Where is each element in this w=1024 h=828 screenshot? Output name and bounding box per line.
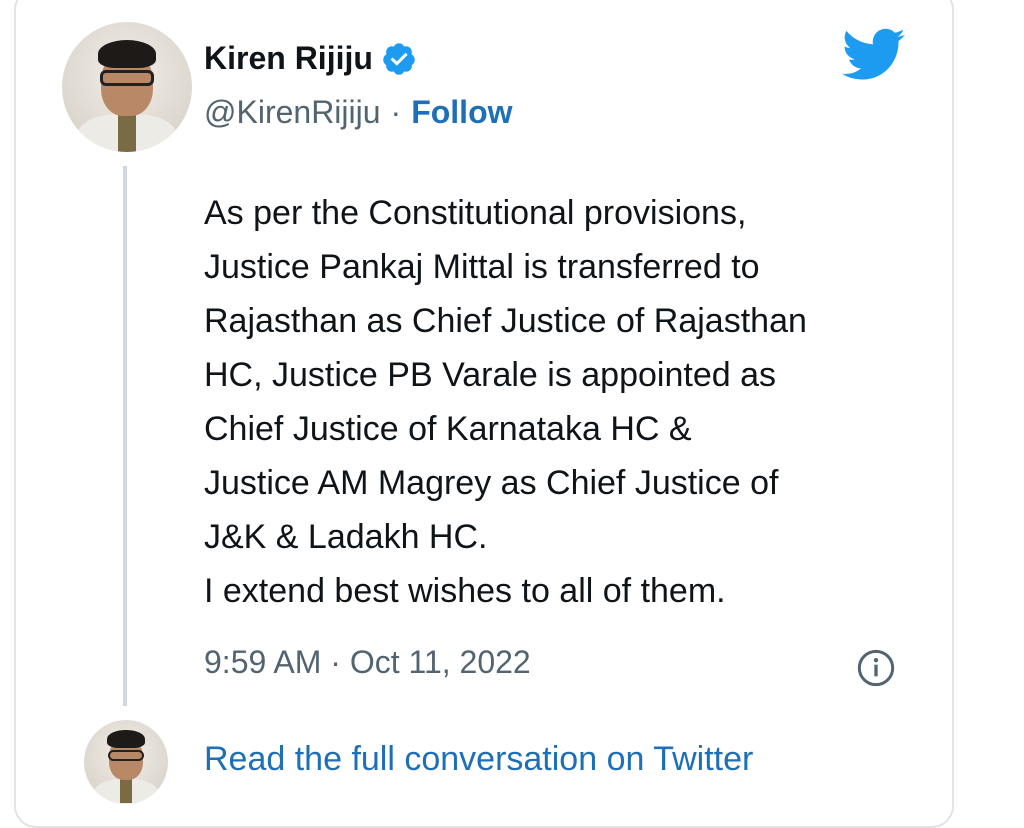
tweet-text: As per the Constitutional provisions, Ju… bbox=[204, 186, 924, 618]
info-icon[interactable] bbox=[856, 648, 896, 688]
author-name[interactable]: Kiren Rijiju bbox=[204, 40, 373, 77]
follow-button[interactable]: Follow bbox=[411, 94, 512, 131]
twitter-bird-icon[interactable] bbox=[842, 28, 906, 82]
tweet-text-line: As per the Constitutional provisions, bbox=[204, 194, 747, 232]
avatar-glasses bbox=[100, 70, 154, 86]
tweet-text-line: Chief Justice of Karnataka HC & bbox=[204, 410, 692, 448]
author-handle[interactable]: @KirenRijiju bbox=[204, 94, 381, 131]
tweet-text-line: J&K & Ladakh HC. bbox=[204, 518, 488, 556]
thread-line bbox=[123, 166, 127, 706]
tweet-text-line: Justice Pankaj Mittal is transferred to bbox=[204, 248, 760, 286]
tweet-text-line: I extend best wishes to all of them. bbox=[204, 572, 726, 610]
tweet-text-line: Rajasthan as Chief Justice of Rajasthan bbox=[204, 302, 807, 340]
tweet-timestamp[interactable]: 9:59 AM · Oct 11, 2022 bbox=[204, 644, 531, 681]
avatar-glasses bbox=[108, 750, 144, 761]
tweet-text-line: Justice AM Magrey as Chief Justice of bbox=[204, 464, 779, 502]
avatar-collar bbox=[120, 779, 132, 803]
avatar-hair bbox=[98, 40, 156, 68]
avatar-collar bbox=[118, 114, 136, 152]
author-avatar[interactable] bbox=[62, 22, 192, 152]
tweet-text-line: HC, Justice PB Varale is appointed as bbox=[204, 356, 776, 394]
verified-badge-icon bbox=[381, 41, 417, 77]
author-handle-row: @KirenRijiju · Follow bbox=[204, 94, 513, 131]
reply-avatar[interactable] bbox=[84, 720, 168, 804]
read-full-conversation-link[interactable]: Read the full conversation on Twitter bbox=[204, 740, 753, 779]
avatar-hair bbox=[107, 730, 145, 748]
author-name-row: Kiren Rijiju bbox=[204, 40, 417, 77]
separator-dot: · bbox=[390, 94, 402, 130]
